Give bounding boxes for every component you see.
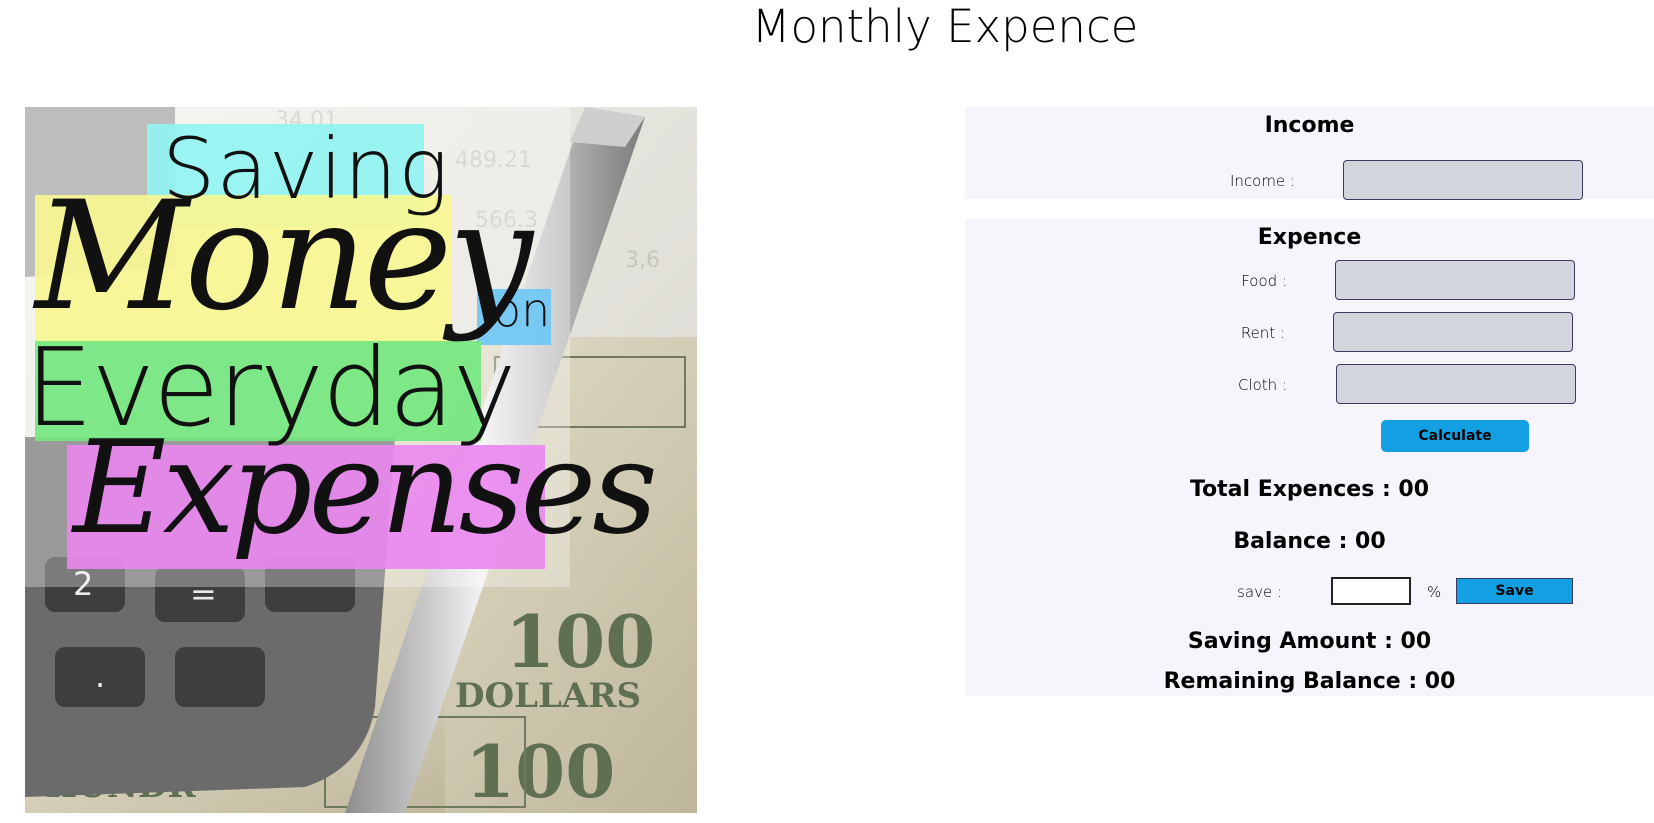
cloth-input[interactable]	[1336, 364, 1576, 404]
hero-text-expenses: Expenses	[73, 414, 658, 563]
food-input[interactable]	[1335, 260, 1575, 300]
remaining-balance-text: Remaining Balance : 00	[1163, 669, 1456, 694]
income-label: Income :	[1229, 172, 1295, 190]
rent-label: Rent :	[1240, 324, 1285, 342]
expence-panel: Expence Food : Rent : Cloth : Calculate …	[965, 219, 1654, 696]
hero-image: 489.21 566.3 3,6 34.01 100 100 DOLLARS H…	[25, 107, 697, 813]
total-expences-text: Total Expences : 00	[1189, 477, 1430, 502]
hero-text-money: Money	[35, 170, 533, 344]
saving-amount-text: Saving Amount : 00	[1187, 629, 1432, 654]
food-label: Food :	[1241, 272, 1287, 290]
balance-text: Balance : 00	[1233, 529, 1386, 554]
cloth-label: Cloth :	[1237, 376, 1287, 394]
percent-symbol: %	[1427, 583, 1442, 601]
hero-text-overlay: Saving Money on Everyday Expenses	[25, 107, 697, 813]
rent-input[interactable]	[1333, 312, 1573, 352]
save-button[interactable]: Save	[1456, 578, 1573, 604]
income-input[interactable]	[1343, 160, 1583, 200]
save-percent-input[interactable]	[1331, 577, 1411, 605]
calculate-button[interactable]: Calculate	[1381, 420, 1529, 452]
expence-heading: Expence	[1257, 225, 1362, 250]
page-title: Monthly Expence	[751, 0, 1139, 53]
income-panel: Income Income :	[965, 107, 1654, 200]
income-heading: Income	[1264, 113, 1355, 138]
save-label: save :	[1237, 583, 1282, 601]
